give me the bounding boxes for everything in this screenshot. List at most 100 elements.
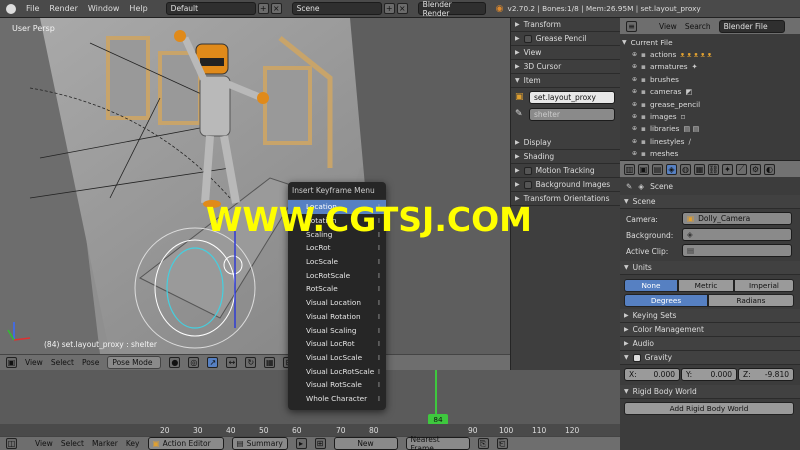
data-tab-icon[interactable]: ✦ [722,163,733,175]
menu-item-whole-character[interactable]: Whole Character I [288,392,386,406]
menu-file[interactable]: File [26,4,39,13]
vp-menu-pose[interactable]: Pose [82,358,99,367]
info-icon[interactable] [6,3,16,14]
mode-selector[interactable]: Pose Mode [107,356,162,369]
panel-background-images[interactable]: ▶ Background Images [511,178,620,192]
manipulator-icon[interactable]: ↗ [207,357,219,368]
frame-ruler[interactable]: 20 30 40 50 60 70 80 90 100 110 120 [0,424,620,436]
menu-item-visual-locscale[interactable]: Visual LocScale I [288,351,386,365]
outliner-item-cameras[interactable]: ⊕ ▪ cameras ◩ [622,86,798,98]
panel-units[interactable]: ▼ Units [620,261,800,275]
tl-menu-view[interactable]: View [35,439,53,448]
motion-tracking-checkbox[interactable] [523,166,532,175]
menu-window[interactable]: Window [88,4,120,13]
summary-toggle[interactable]: ▤ Summary [231,437,288,450]
menu-item-visual-location[interactable]: Visual Location I [288,296,386,310]
layout-selector[interactable]: Default [165,2,256,15]
menu-item-rotscale[interactable]: RotScale I [288,282,386,296]
menu-item-visual-rotation[interactable]: Visual Rotation I [288,310,386,324]
outliner-display-mode[interactable]: Blender File [718,19,785,33]
3d-viewport[interactable]: User Persp (84) set.layout_proxy : shelt… [0,18,510,354]
menu-item-locrotscale[interactable]: LocRotScale I [288,268,386,282]
paste-keys-icon[interactable]: ⎗ [496,438,508,449]
object-tab-icon[interactable]: ▦ [694,163,705,175]
bone-constraints-tab-icon[interactable]: ⚙ [750,163,761,175]
unit-none-button[interactable]: None [624,279,678,292]
bone-name-field[interactable]: shelter [529,108,615,121]
active-clip-field[interactable]: ▤ [682,244,792,257]
rotation-degrees-button[interactable]: Degrees [624,294,708,307]
outliner-item-actions[interactable]: ⊕ ▪ actions ᴥ ᴥ ᴥ ᴥ ᴥ [622,48,798,60]
remove-layout-button[interactable]: × [270,3,282,14]
tl-menu-select[interactable]: Select [61,439,84,448]
filter-icon[interactable]: ⊞ [314,438,326,449]
vp-menu-view[interactable]: View [25,358,43,367]
gravity-x-field[interactable]: X: 0.000 [624,368,680,381]
menu-item-visual-scaling[interactable]: Visual Scaling I [288,323,386,337]
tl-menu-key[interactable]: Key [126,439,140,448]
pivot-icon[interactable]: ◎ [188,357,200,368]
menu-help[interactable]: Help [129,4,147,13]
object-name-field[interactable]: set.layout_proxy [529,91,615,104]
outliner-item-armatures[interactable]: ⊕ ▪ armatures ✦ [622,61,798,73]
world-tab-icon[interactable]: ◍ [680,163,691,175]
unit-metric-button[interactable]: Metric [678,279,734,292]
rotate-icon[interactable]: ↻ [245,357,257,368]
copy-keys-icon[interactable]: ⎘ [477,438,489,449]
remove-scene-button[interactable]: × [396,3,408,14]
scene-tab-icon[interactable]: ◈ [666,163,677,175]
background-images-checkbox[interactable] [523,180,532,189]
menu-render[interactable]: Render [49,4,77,13]
panel-3d-cursor[interactable]: ▶ 3D Cursor [511,60,620,74]
layers-tab-icon[interactable]: ▤ [652,163,663,175]
modifiers-tab-icon[interactable]: ◐ [764,163,775,175]
menu-item-locscale[interactable]: LocScale I [288,255,386,269]
background-field[interactable]: ◈ [682,228,792,241]
menu-item-visual-locrotscale[interactable]: Visual LocRotScale I [288,364,386,378]
dopesheet-mode-selector[interactable]: ▣ Action Editor [147,437,224,450]
camera-field[interactable]: ▣ Dolly_Camera [682,212,792,225]
outliner-editor-icon[interactable]: ≡ [626,20,637,32]
add-rigid-body-world-button[interactable]: Add Rigid Body World [624,402,794,415]
gravity-y-field[interactable]: Y: 0.000 [681,368,737,381]
panel-grease-pencil[interactable]: ▶ Grease Pencil [511,32,620,46]
bone-tab-icon[interactable]: ⟋ [736,163,747,175]
add-scene-button[interactable]: + [383,3,395,14]
render-tab-icon[interactable]: ▣ [638,163,649,175]
vp-menu-select[interactable]: Select [51,358,74,367]
editor-type-icon[interactable]: ▣ [6,357,17,368]
rotation-radians-button[interactable]: Radians [708,294,794,307]
render-engine-selector[interactable]: Blender Render [417,0,486,18]
outliner-item-libraries[interactable]: ⊕ ▪ libraries ▤ ▤ [622,123,798,135]
layers-icon[interactable]: ▦ [264,357,276,368]
shading-icon[interactable]: ● [169,357,181,368]
menu-item-locrot[interactable]: LocRot I [288,241,386,255]
translate-icon[interactable]: ↔ [226,357,238,368]
panel-display[interactable]: ▶ Display [511,136,620,150]
menu-item-visual-rotscale[interactable]: Visual RotScale I [288,378,386,392]
outliner-menu-search[interactable]: Search [685,22,711,31]
outliner-item-grease-pencil[interactable]: ⊕ ▪ grease_pencil [622,98,798,110]
outliner-menu-view[interactable]: View [659,22,677,31]
gravity-z-field[interactable]: Z: -9.810 [738,368,794,381]
panel-item[interactable]: ▼ Item [511,74,620,88]
snap-mode-selector[interactable]: Nearest Frame [405,435,470,450]
pin-icon[interactable]: ✎ [626,182,632,191]
panel-gravity[interactable]: ▼ Gravity [620,351,800,365]
tl-menu-marker[interactable]: Marker [92,439,118,448]
properties-editor-icon[interactable]: ▥ [624,163,635,175]
panel-keying-sets[interactable]: ▶ Keying Sets [620,309,800,323]
panel-shading[interactable]: ▶ Shading [511,150,620,164]
panel-color-management[interactable]: ▶ Color Management [620,323,800,337]
grease-pencil-checkbox[interactable] [523,34,532,43]
new-action-button[interactable]: New [333,437,398,450]
add-layout-button[interactable]: + [257,3,269,14]
scene-selector[interactable]: Scene [291,2,382,15]
outliner-item-linestyles[interactable]: ⊕ ▪ linestyles ∕ [622,135,798,147]
menu-item-visual-locrot[interactable]: Visual LocRot I [288,337,386,351]
dopesheet-editor-icon[interactable]: ◫ [6,438,17,449]
only-selected-icon[interactable]: ▸ [295,438,307,449]
constraints-tab-icon[interactable]: ⛓ [708,163,719,175]
panel-rigid-body-world[interactable]: ▼ Rigid Body World [620,385,800,399]
outliner-root[interactable]: ▼ Current File [622,36,798,48]
